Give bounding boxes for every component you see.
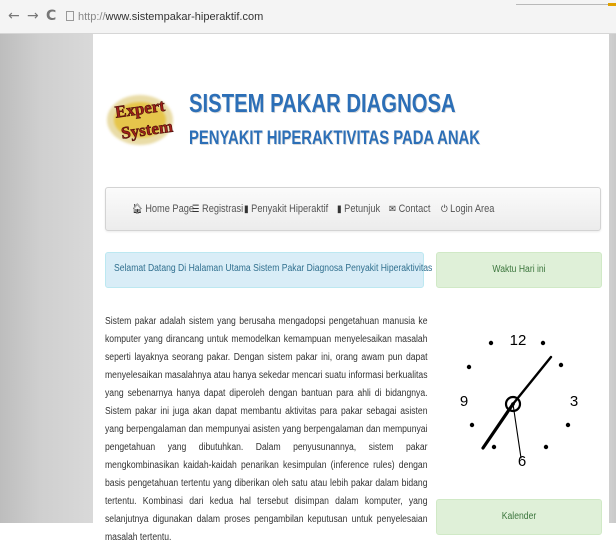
clock-numeral-12: 12 (510, 332, 527, 349)
clock-dots (466, 340, 571, 450)
book-icon: ▮ (337, 204, 342, 215)
url-protocol: http:// (78, 11, 106, 23)
clock-dot (491, 444, 497, 450)
clock-dot (469, 422, 475, 428)
time-panel: Waktu Hari ini (436, 252, 602, 288)
expert-system-logo[interactable]: Expert System (105, 90, 175, 148)
book-icon: ▮ (244, 204, 249, 215)
clock-dot (543, 444, 549, 450)
clock-dot (558, 362, 564, 368)
clock-numeral-9: 9 (460, 393, 468, 410)
clock-dot (466, 364, 472, 370)
page-icon (66, 11, 74, 21)
content-container: Expert System SISTEM PAKAR DIAGNOSA PENY… (93, 34, 609, 543)
reload-icon[interactable]: C (46, 9, 56, 23)
clock-second-hand (512, 403, 522, 459)
clock-minute-hand (511, 355, 553, 406)
address-bar[interactable]: http://www.sistempakar-hiperaktif.com (64, 7, 494, 27)
toolbar-divider (516, 4, 616, 5)
nav-petunjuk[interactable]: ▮ Petunjuk (337, 201, 380, 217)
nav-contact-label: Contact (398, 203, 431, 215)
calendar-panel-title: Kalender (501, 511, 537, 522)
nav-login-label: Login Area (450, 203, 495, 215)
clock-dot (540, 340, 546, 346)
home-icon: 🏠︎ (132, 204, 143, 215)
main-navbar: 🏠︎ Home Page ☰ Registrasi ▮ Penyakit Hipera… (105, 187, 601, 231)
site-title: SISTEM PAKAR DIAGNOSA (189, 88, 456, 118)
analog-clock: 12 3 6 9 (460, 332, 578, 470)
clock-center-dot (511, 402, 515, 406)
nav-penyakit-hiperaktif[interactable]: ▮ Penyakit Hiperaktif (244, 201, 328, 217)
forward-arrow-icon[interactable]: → (27, 9, 39, 23)
site-subtitle: PENYAKIT HIPERAKTIVITAS PADA ANAK (189, 128, 480, 149)
nav-registrasi[interactable]: ☰ Registrasi (192, 201, 243, 217)
back-arrow-icon[interactable]: ← (8, 9, 20, 23)
nav-login-area[interactable]: ⏻ Login Area (441, 201, 494, 217)
envelope-icon: ✉ (389, 204, 397, 215)
welcome-text: Selamat Datang Di Halaman Utama Sistem P… (114, 263, 433, 274)
intro-paragraph: Sistem pakar adalah sistem yang berusaha… (105, 316, 428, 543)
calendar-panel: Kalender (436, 499, 602, 535)
nav-home-label: Home Page (145, 203, 194, 215)
welcome-alert: Selamat Datang Di Halaman Utama Sistem P… (105, 252, 432, 288)
clock-numeral-3: 3 (570, 393, 578, 410)
list-icon: ☰ (192, 204, 200, 215)
toolbar-accent (608, 3, 616, 6)
clock-dot (565, 422, 571, 428)
nav-petunjuk-label: Petunjuk (344, 203, 381, 215)
time-panel-title: Waktu Hari ini (492, 264, 546, 275)
url-domain: www.sistempakar-hiperaktif.com (105, 11, 264, 23)
nav-registrasi-label: Registrasi (202, 203, 244, 215)
power-icon: ⏻ (441, 204, 448, 215)
nav-home-page[interactable]: 🏠︎ Home Page (132, 201, 194, 217)
nav-contact[interactable]: ✉ Contact (389, 201, 430, 217)
clock-numeral-6: 6 (518, 453, 526, 470)
nav-penyakit-label: Penyakit Hiperaktif (251, 203, 329, 215)
clock-dot (488, 340, 494, 346)
browser-toolbar: ← → C http://www.sistempakar-hiperaktif.… (0, 0, 616, 34)
